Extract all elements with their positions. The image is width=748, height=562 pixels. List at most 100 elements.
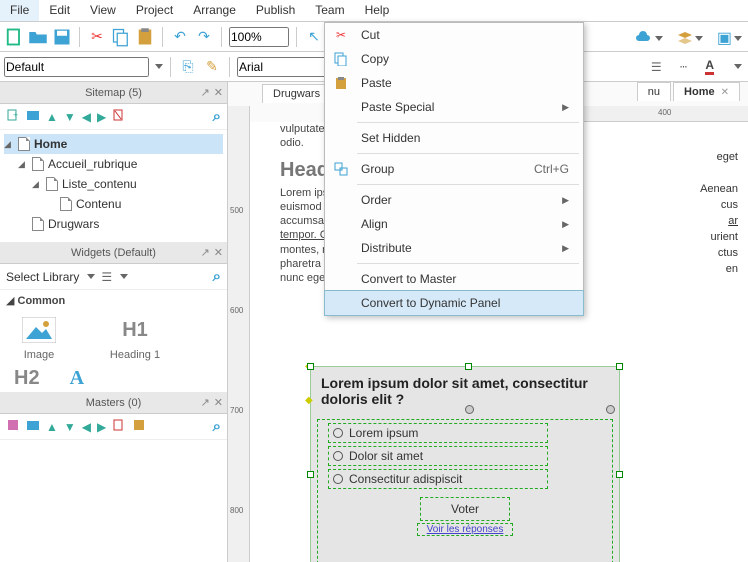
widget-image[interactable]: Image — [4, 315, 74, 361]
widget-label[interactable]: A — [70, 367, 84, 390]
poll-question[interactable]: Lorem ipsum dolor sit amet, consectitur … — [311, 367, 619, 411]
tab-home[interactable]: Home✕ — [673, 82, 740, 101]
context-menu: ✂Cut Copy Paste Paste Special▶ Set Hidde… — [324, 22, 584, 316]
ctx-copy[interactable]: Copy — [325, 47, 583, 71]
widget-heading2[interactable]: H2 — [14, 367, 40, 390]
copy-icon[interactable] — [111, 27, 131, 47]
select-library-dropdown[interactable]: Select Library — [6, 270, 79, 284]
panel-popout-icon[interactable]: ↗ — [201, 86, 210, 99]
panel-close-icon[interactable]: ✕ — [214, 396, 223, 409]
redo-icon[interactable]: ↷ — [194, 27, 214, 47]
ctx-paste-special[interactable]: Paste Special▶ — [325, 95, 583, 119]
layers-icon[interactable] — [677, 31, 703, 45]
tree-node-drugwars[interactable]: Drugwars — [4, 214, 223, 234]
copy-icon — [333, 51, 349, 67]
panel-close-icon[interactable]: ✕ — [214, 246, 223, 259]
h1-widget-icon: H1 — [115, 315, 155, 345]
poll-option[interactable]: Dolor sit amet — [328, 446, 548, 466]
text-color-icon[interactable]: A — [705, 58, 714, 75]
add-page-icon[interactable]: + — [6, 108, 20, 125]
sitemap-toolbar: + ▲ ▼ ◀ ▶ ⌕ — [0, 104, 227, 130]
preview-icon[interactable]: ▣ — [717, 28, 742, 48]
format-painter-icon[interactable]: ⎘ — [178, 57, 198, 77]
body-text-right[interactable]: eget Aenean cus ar urient ctus en — [678, 150, 738, 278]
open-folder-icon[interactable] — [28, 27, 48, 47]
move-up-icon[interactable]: ▲ — [46, 420, 58, 434]
ctx-convert-master[interactable]: Convert to Master — [325, 267, 583, 291]
menu-help[interactable]: Help — [355, 0, 400, 21]
chevron-right-icon: ▶ — [562, 102, 569, 113]
tree-node-liste[interactable]: ◢Liste_contenu — [4, 174, 223, 194]
radio-icon — [333, 428, 343, 438]
menu-file[interactable]: File — [0, 0, 39, 21]
usage-icon[interactable] — [132, 418, 146, 435]
tree-node-accueil[interactable]: ◢Accueil_rubrique — [4, 154, 223, 174]
tree-node-contenu[interactable]: Contenu — [4, 194, 223, 214]
style-select[interactable] — [4, 57, 149, 77]
list-bullet-icon[interactable]: ☰ — [651, 60, 662, 74]
move-down-icon[interactable]: ▼ — [64, 420, 76, 434]
radio-icon — [333, 474, 343, 484]
outdent-icon[interactable]: ◀ — [82, 420, 91, 434]
ruler-vertical: 500 600 700 800 — [228, 106, 250, 562]
ctx-distribute[interactable]: Distribute▶ — [325, 236, 583, 260]
ctx-group[interactable]: GroupCtrl+G — [325, 157, 583, 181]
ctx-cut[interactable]: ✂Cut — [325, 23, 583, 47]
search-icon[interactable]: ⌕ — [213, 268, 221, 285]
masters-toolbar: ▲ ▼ ◀ ▶ ⌕ — [0, 414, 227, 440]
ctx-align[interactable]: Align▶ — [325, 212, 583, 236]
panel-popout-icon[interactable]: ↗ — [201, 246, 210, 259]
new-file-icon[interactable] — [4, 27, 24, 47]
chevron-right-icon: ▶ — [562, 219, 569, 230]
see-responses-link[interactable]: Voir les réponses — [417, 523, 513, 536]
indent-icon[interactable]: ▶ — [97, 110, 106, 124]
ctx-order[interactable]: Order▶ — [325, 188, 583, 212]
menu-edit[interactable]: Edit — [39, 0, 80, 21]
menu-arrange[interactable]: Arrange — [183, 0, 246, 21]
font-select[interactable] — [237, 57, 337, 77]
tab-ellipsis[interactable]: nu — [637, 82, 671, 101]
menu-view[interactable]: View — [80, 0, 126, 21]
brush-icon[interactable]: ✎ — [202, 57, 222, 77]
image-widget-icon — [19, 315, 59, 345]
tab-drugwars[interactable]: Drugwars — [262, 84, 331, 103]
cut-icon[interactable]: ✂ — [87, 27, 107, 47]
widget-category-common[interactable]: ◢ Common — [0, 290, 227, 311]
search-icon[interactable]: ⌕ — [213, 108, 221, 125]
search-icon[interactable]: ⌕ — [213, 418, 221, 435]
tree-node-home[interactable]: ◢Home — [4, 134, 223, 154]
close-icon[interactable]: ✕ — [721, 87, 729, 98]
poll-widget-group[interactable]: ◆ ◆ Lorem ipsum dolor sit amet, consecti… — [310, 366, 620, 562]
zoom-select[interactable] — [229, 27, 289, 47]
add-master-icon[interactable] — [6, 418, 20, 435]
undo-icon[interactable]: ↶ — [170, 27, 190, 47]
pointer-icon[interactable]: ↖ — [304, 27, 324, 47]
delete-icon[interactable] — [112, 418, 126, 435]
paste-icon[interactable] — [135, 27, 155, 47]
cloud-icon[interactable] — [635, 31, 663, 45]
menu-icon[interactable]: ☰ — [101, 270, 112, 284]
ctx-set-hidden[interactable]: Set Hidden — [325, 126, 583, 150]
vote-button[interactable]: Voter — [420, 497, 510, 521]
add-folder-icon[interactable] — [26, 418, 40, 435]
outdent-icon[interactable]: ◀ — [82, 110, 91, 124]
move-up-icon[interactable]: ▲ — [46, 110, 58, 124]
indent-icon[interactable]: ▶ — [97, 420, 106, 434]
poll-option[interactable]: Consectitur adispiscit — [328, 469, 548, 489]
delete-icon[interactable] — [112, 108, 126, 125]
menu-publish[interactable]: Publish — [246, 0, 305, 21]
panel-popout-icon[interactable]: ↗ — [201, 396, 210, 409]
cut-icon: ✂ — [333, 27, 349, 43]
add-folder-icon[interactable] — [26, 108, 40, 125]
poll-option[interactable]: Lorem ipsum — [328, 423, 548, 443]
ctx-paste[interactable]: Paste — [325, 71, 583, 95]
list-spacing-icon[interactable]: ⵈ — [680, 60, 688, 74]
menu-team[interactable]: Team — [305, 0, 354, 21]
move-down-icon[interactable]: ▼ — [64, 110, 76, 124]
widget-heading1[interactable]: H1 Heading 1 — [100, 315, 170, 361]
panel-close-icon[interactable]: ✕ — [214, 86, 223, 99]
ctx-convert-dynamic-panel[interactable]: Convert to Dynamic Panel — [324, 290, 584, 316]
masters-panel-header: Masters (0) ↗✕ — [0, 392, 227, 414]
save-icon[interactable] — [52, 27, 72, 47]
menu-project[interactable]: Project — [126, 0, 183, 21]
